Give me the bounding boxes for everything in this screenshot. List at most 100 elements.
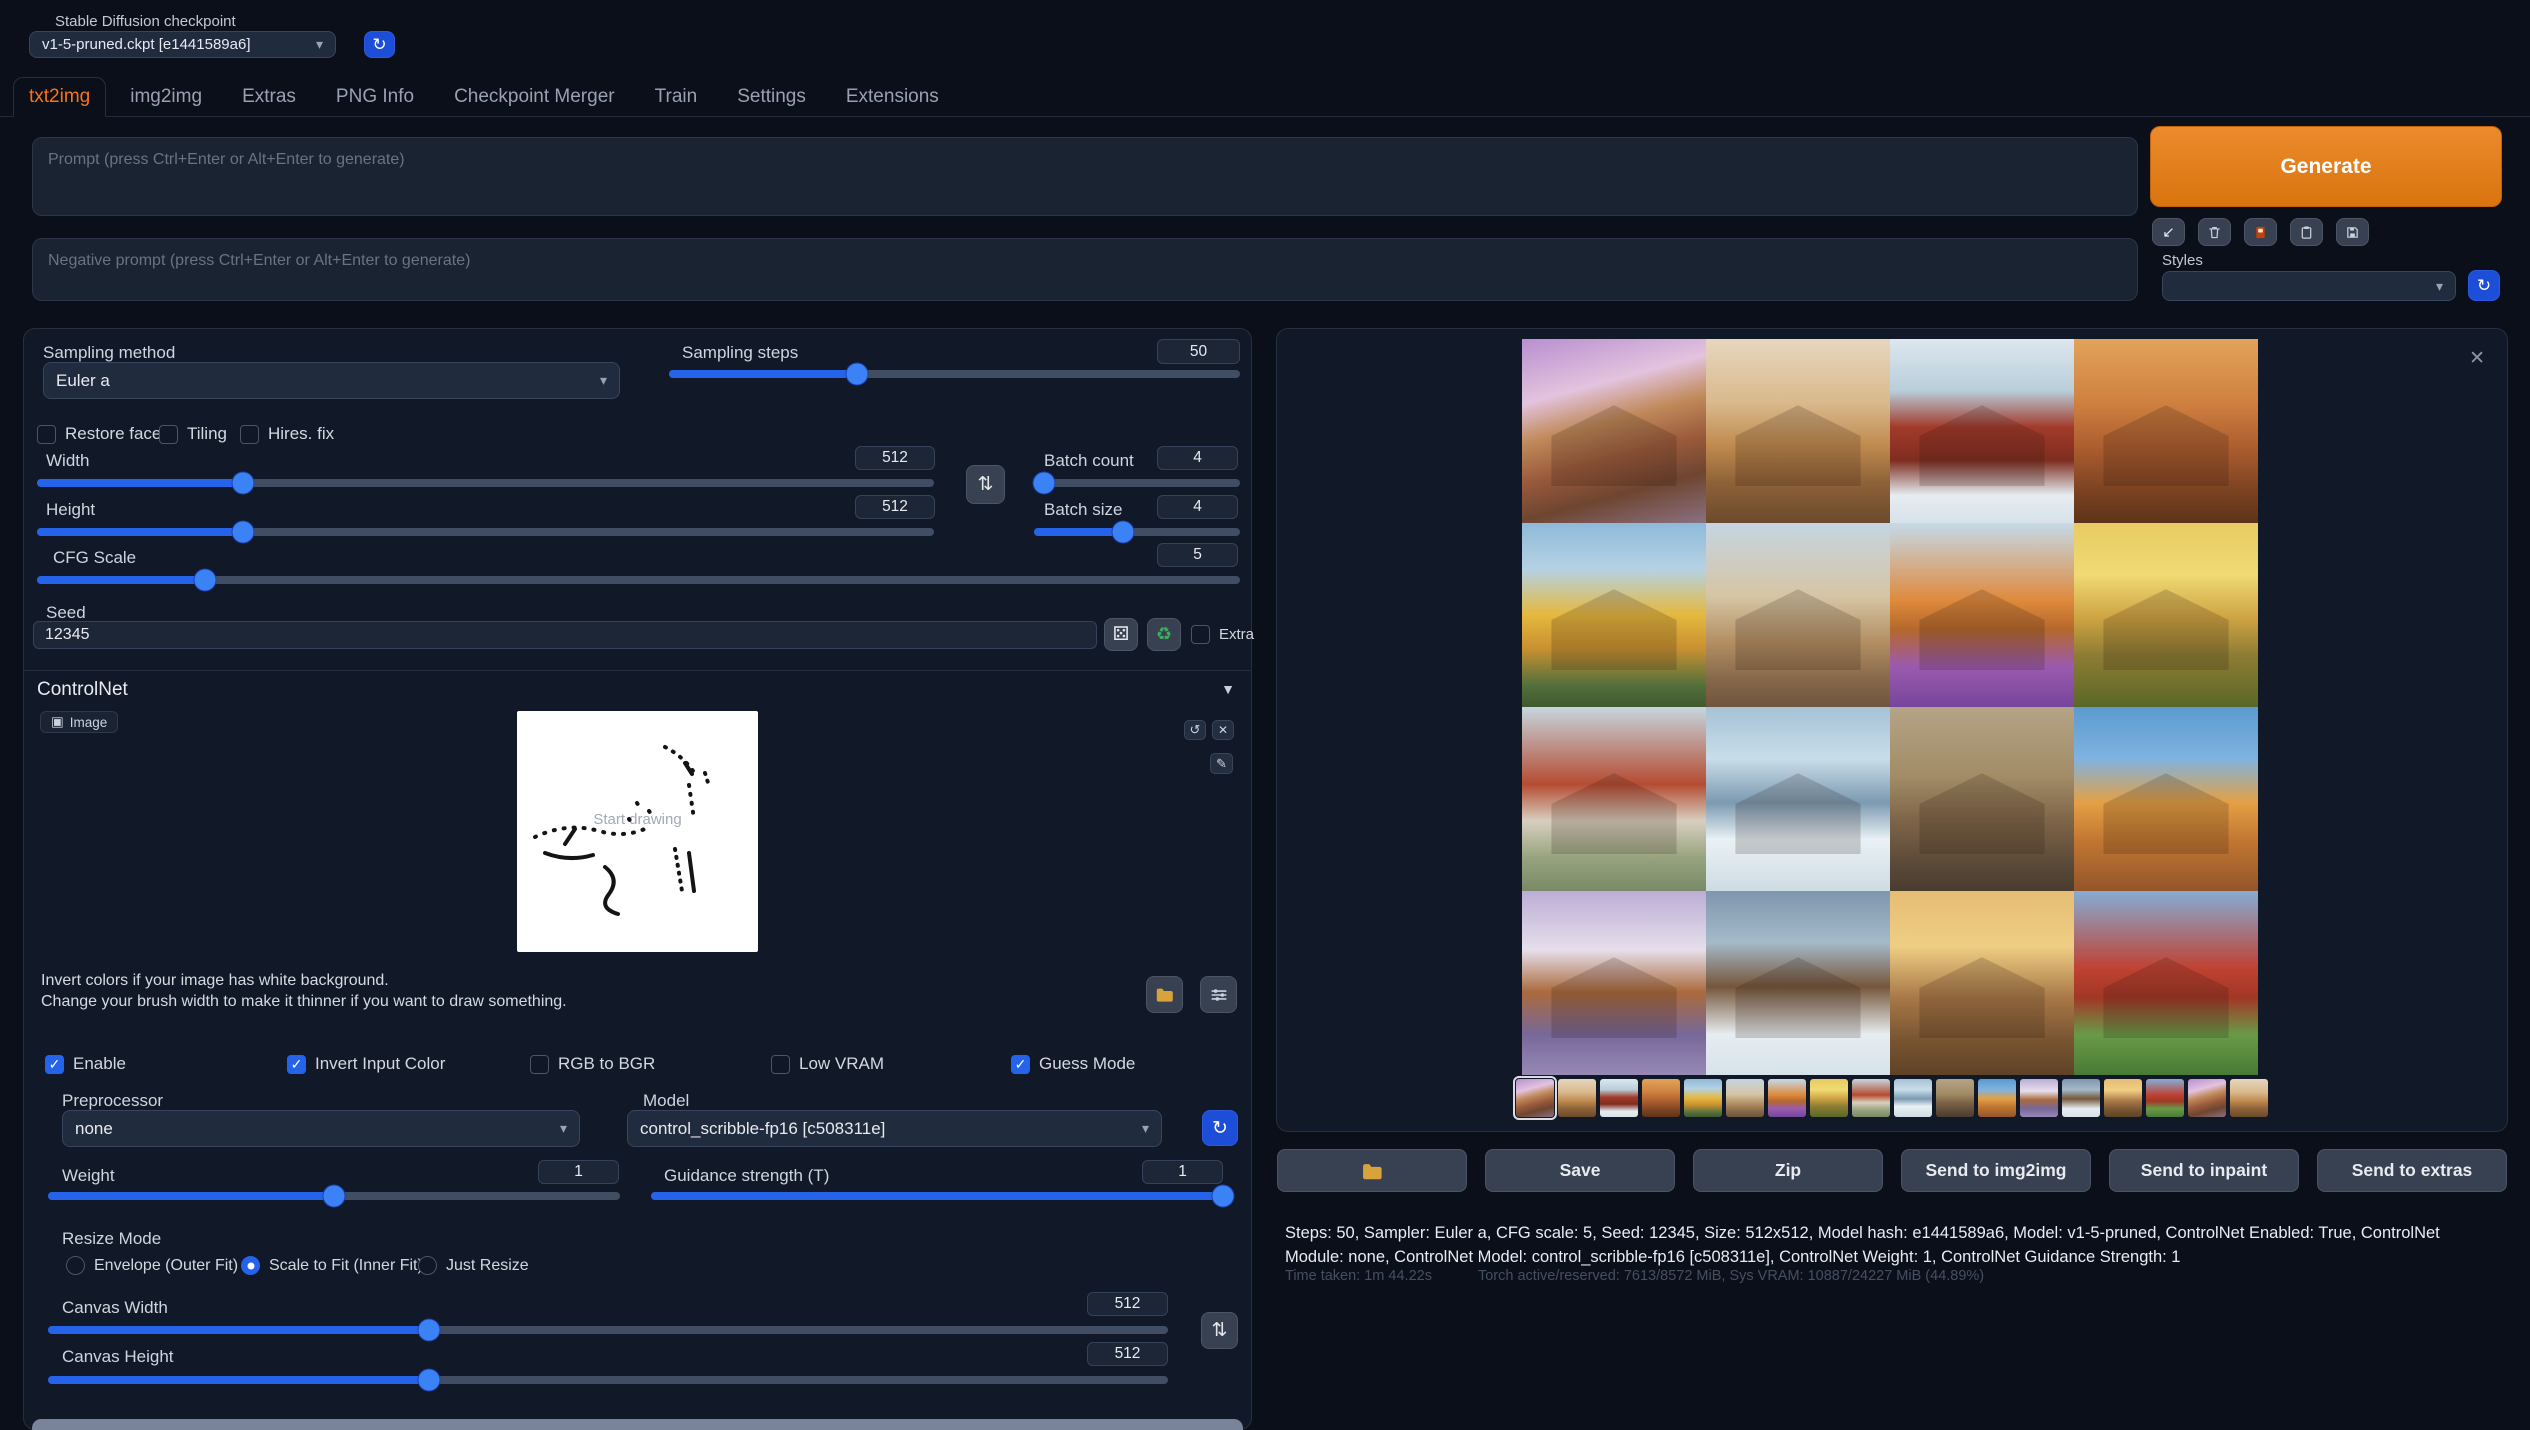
seed-input[interactable]	[33, 621, 1097, 649]
canvas-height-value[interactable]: 512	[1087, 1342, 1168, 1366]
gallery-image[interactable]	[1890, 523, 2074, 707]
gallery-image[interactable]	[1890, 707, 2074, 891]
paste-params-button[interactable]: ↙	[2152, 218, 2185, 246]
envelope-outer-fit-radio[interactable]	[66, 1256, 85, 1275]
gallery-image[interactable]	[1522, 339, 1706, 523]
swap-canvas-dimensions-button[interactable]: ⇅	[1201, 1312, 1238, 1349]
controlnet-header[interactable]: ControlNet	[37, 679, 128, 701]
tab-settings[interactable]: Settings	[721, 77, 822, 117]
reuse-seed-button[interactable]: ♻	[1147, 618, 1181, 651]
canvas-height-slider[interactable]	[48, 1368, 1168, 1392]
hires-fix-checkbox[interactable]	[240, 425, 259, 444]
batch-count-slider[interactable]	[1034, 471, 1240, 495]
tab-checkpoint-merger[interactable]: Checkpoint Merger	[438, 77, 631, 117]
tab-extras[interactable]: Extras	[226, 77, 312, 117]
width-value[interactable]: 512	[855, 446, 935, 470]
weight-slider[interactable]	[48, 1184, 620, 1208]
tab-img2img[interactable]: img2img	[114, 77, 218, 117]
tab-png-info[interactable]: PNG Info	[320, 77, 430, 117]
controlnet-model-select[interactable]: control_scribble-fp16 [c508311e] ▾	[627, 1110, 1162, 1147]
rgb-to-bgr-checkbox[interactable]	[530, 1055, 549, 1074]
height-value[interactable]: 512	[855, 495, 935, 519]
gallery-thumbnail[interactable]	[1978, 1079, 2016, 1117]
prompt-input[interactable]	[32, 137, 2138, 216]
tab-txt2img[interactable]: txt2img	[13, 77, 106, 117]
send-to-extras-button[interactable]: Send to extras	[2317, 1149, 2507, 1192]
slider-handle[interactable]	[1112, 522, 1133, 543]
slider-handle[interactable]	[233, 522, 254, 543]
gallery-image[interactable]	[1522, 891, 1706, 1075]
checkpoint-refresh-button[interactable]: ↻	[364, 31, 395, 58]
apply-style-button[interactable]	[2290, 218, 2323, 246]
canvas-brush-button[interactable]: ✎	[1210, 753, 1233, 774]
send-to-img2img-button[interactable]: Send to img2img	[1901, 1149, 2091, 1192]
batch-size-value[interactable]: 4	[1157, 495, 1238, 519]
sampling-method-select[interactable]: Euler a ▾	[43, 362, 620, 399]
gallery-thumbnail[interactable]	[2188, 1079, 2226, 1117]
open-canvas-button[interactable]	[1146, 976, 1183, 1013]
batch-size-slider[interactable]	[1034, 520, 1240, 544]
canvas-width-value[interactable]: 512	[1087, 1292, 1168, 1316]
canvas-clear-button[interactable]: ✕	[1212, 720, 1234, 740]
cfg-scale-value[interactable]: 5	[1157, 543, 1238, 567]
gallery-image[interactable]	[2074, 707, 2258, 891]
height-slider[interactable]	[37, 520, 934, 544]
gallery-image[interactable]	[2074, 523, 2258, 707]
gallery-image[interactable]	[1890, 339, 2074, 523]
preprocessor-select[interactable]: none ▾	[62, 1110, 580, 1147]
random-seed-button[interactable]: ⚄	[1104, 618, 1138, 651]
gallery-thumbnail[interactable]	[1726, 1079, 1764, 1117]
gallery-thumbnail[interactable]	[1936, 1079, 1974, 1117]
scale-to-fit-radio[interactable]	[241, 1256, 260, 1275]
gallery-close-icon[interactable]: ✕	[2469, 347, 2485, 370]
gallery-image[interactable]	[2074, 339, 2258, 523]
gallery-thumbnail[interactable]	[1852, 1079, 1890, 1117]
checkpoint-select[interactable]: v1-5-pruned.ckpt [e1441589a6] ▾	[29, 31, 336, 58]
invert-input-color-checkbox[interactable]	[287, 1055, 306, 1074]
low-vram-checkbox[interactable]	[771, 1055, 790, 1074]
gallery-image[interactable]	[1706, 891, 1890, 1075]
gallery-image[interactable]	[1706, 707, 1890, 891]
controlnet-model-refresh-button[interactable]: ↻	[1202, 1110, 1238, 1146]
extra-seed-checkbox[interactable]	[1191, 625, 1210, 644]
width-slider[interactable]	[37, 471, 934, 495]
gallery-thumbnail[interactable]	[1600, 1079, 1638, 1117]
gallery-image[interactable]	[2074, 891, 2258, 1075]
controlnet-image-tab[interactable]: ▣ Image	[40, 711, 118, 733]
styles-select[interactable]: ▾	[2162, 271, 2456, 301]
styles-refresh-button[interactable]: ↻	[2468, 270, 2500, 301]
tiling-checkbox[interactable]	[159, 425, 178, 444]
canvas-width-slider[interactable]	[48, 1318, 1168, 1342]
sampling-steps-slider[interactable]	[669, 362, 1240, 386]
restore-faces-checkbox[interactable]	[37, 425, 56, 444]
swap-dimensions-button[interactable]: ⇅	[966, 465, 1005, 504]
send-to-inpaint-button[interactable]: Send to inpaint	[2109, 1149, 2299, 1192]
slider-handle[interactable]	[418, 1370, 439, 1391]
slider-handle[interactable]	[233, 473, 254, 494]
gallery-image[interactable]	[1522, 707, 1706, 891]
brush-settings-button[interactable]	[1200, 976, 1237, 1013]
gallery-image[interactable]	[1522, 523, 1706, 707]
slider-handle[interactable]	[418, 1320, 439, 1341]
controlnet-draw-canvas[interactable]: Start drawing	[517, 711, 758, 952]
negative-prompt-input[interactable]	[32, 238, 2138, 301]
clear-prompt-button[interactable]	[2198, 218, 2231, 246]
save-button[interactable]: Save	[1485, 1149, 1675, 1192]
gallery-thumbnail[interactable]	[2146, 1079, 2184, 1117]
slider-handle[interactable]	[1034, 473, 1055, 494]
enable-checkbox[interactable]	[45, 1055, 64, 1074]
guidance-strength-value[interactable]: 1	[1142, 1160, 1223, 1184]
slider-handle[interactable]	[1213, 1186, 1234, 1207]
guidance-strength-slider[interactable]	[651, 1184, 1223, 1208]
panel-bottom-bar[interactable]	[32, 1419, 1243, 1430]
zip-button[interactable]: Zip	[1693, 1149, 1883, 1192]
open-output-folder-button[interactable]	[1277, 1149, 1467, 1192]
gallery-thumbnail[interactable]	[1768, 1079, 1806, 1117]
save-style-button[interactable]	[2336, 218, 2369, 246]
gallery-thumbnail[interactable]	[2062, 1079, 2100, 1117]
guess-mode-checkbox[interactable]	[1011, 1055, 1030, 1074]
gallery-thumbnail[interactable]	[1642, 1079, 1680, 1117]
slider-handle[interactable]	[847, 364, 868, 385]
slider-handle[interactable]	[195, 570, 216, 591]
accordion-caret-icon[interactable]: ▼	[1221, 681, 1235, 697]
